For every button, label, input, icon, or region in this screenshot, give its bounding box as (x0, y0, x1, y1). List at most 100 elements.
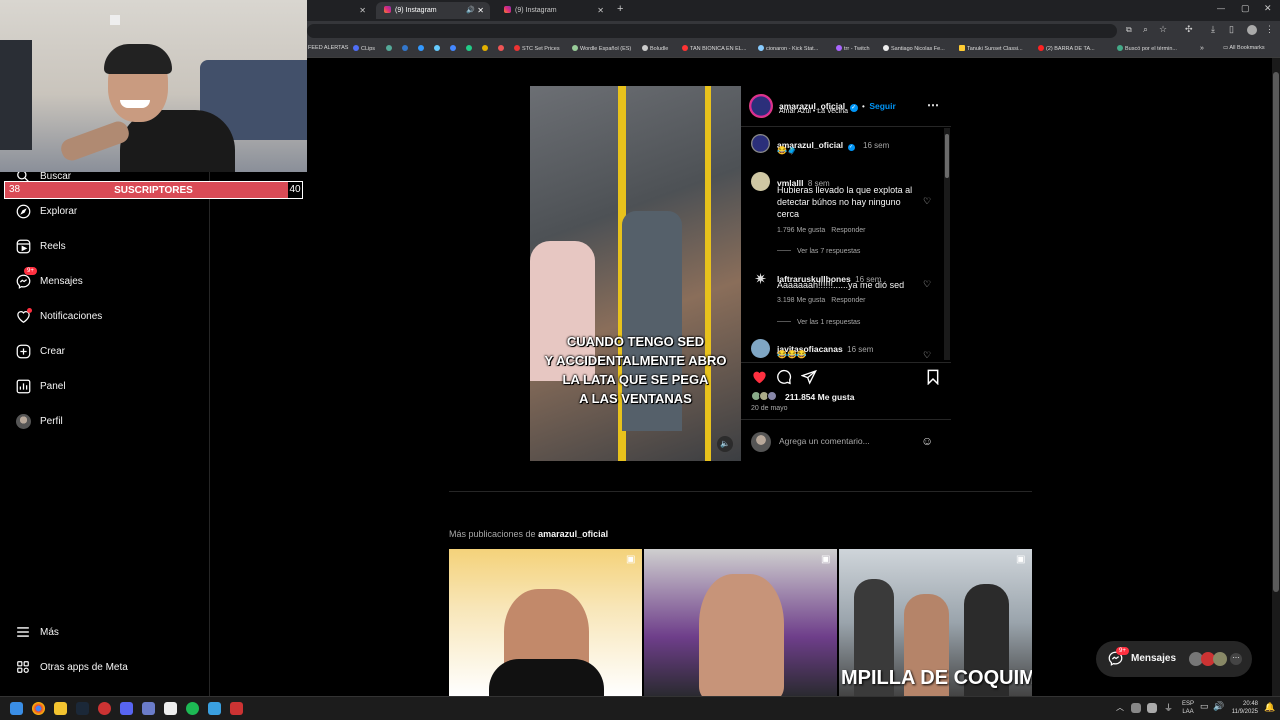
comment-like-icon[interactable]: ♡ (923, 279, 931, 290)
speaker-icon[interactable]: 🔊 (466, 2, 475, 19)
zoom-icon[interactable]: ⌕ (1143, 24, 1148, 35)
bookmark[interactable]: STC Set Prices (514, 45, 560, 52)
view-replies-button[interactable]: Ver las 1 respuestas (777, 319, 860, 326)
bookmark[interactable]: FEED ALERTAS (308, 45, 348, 51)
bookmark[interactable]: Buscó por el términ... (1117, 45, 1177, 52)
close-icon[interactable]: ✕ (477, 2, 484, 19)
comment-icon[interactable] (776, 369, 792, 390)
comment-likes[interactable]: 1.796 Me gusta (777, 227, 825, 234)
star-icon[interactable]: ☆ (1159, 24, 1167, 35)
bookmark-icon[interactable] (450, 45, 458, 52)
reel-video[interactable]: CUANDO TENGO SED Y ACCIDENTALMENTE ABRO … (530, 86, 741, 461)
bookmark-icon[interactable] (466, 45, 474, 52)
sidebar-item-mensajes[interactable]: 9+ Mensajes (15, 267, 83, 292)
bookmark[interactable]: TAN BIONICA EN EL... (682, 45, 746, 52)
windows-start-icon[interactable] (10, 702, 23, 715)
post-thumbnail[interactable]: ▣ (449, 549, 642, 696)
likes-count[interactable]: 211.854 Me gusta (785, 392, 854, 402)
browser-tab[interactable]: ✕ (300, 2, 372, 19)
app-icon[interactable] (230, 702, 243, 715)
share-icon[interactable] (800, 369, 817, 390)
tray-chevron-icon[interactable]: ︿ (1116, 702, 1124, 713)
bookmark-icon[interactable] (386, 45, 394, 52)
tray-icon[interactable] (1147, 703, 1157, 713)
skull-avatar[interactable]: ✷ (751, 270, 770, 289)
bookmark[interactable]: Boludle (642, 45, 668, 52)
reply-button[interactable]: Responder (831, 297, 865, 304)
view-replies-button[interactable]: Ver las 7 respuestas (777, 248, 860, 255)
bookmark-icon[interactable] (402, 45, 410, 52)
folder-icon[interactable] (54, 702, 67, 715)
close-window-icon[interactable]: ✕ (1264, 3, 1272, 14)
bookmark[interactable]: cionaron - Kick Stat... (758, 45, 818, 52)
scrollbar-thumb[interactable] (1273, 72, 1279, 592)
notepad-icon[interactable] (164, 702, 177, 715)
save-icon[interactable] (926, 369, 940, 390)
language-indicator[interactable]: ESP LAA (1182, 700, 1194, 716)
emoji-icon[interactable]: ☺ (921, 434, 933, 448)
volume-icon[interactable]: 🔊 (1213, 701, 1224, 712)
reply-button[interactable]: Responder (831, 227, 865, 234)
sidebar-item-notificaciones[interactable]: Notificaciones (15, 305, 102, 327)
sidebar-item-panel[interactable]: Panel (15, 375, 66, 397)
app-icon[interactable] (208, 702, 221, 715)
discord-icon[interactable] (120, 702, 133, 715)
spotify-icon[interactable] (186, 702, 199, 715)
bookmark-icon[interactable] (434, 45, 442, 52)
sidebar-item-reels[interactable]: Reels (15, 235, 66, 257)
bookmark-icon[interactable] (482, 45, 490, 52)
author-avatar[interactable] (749, 94, 773, 118)
bookmark[interactable]: trr - Twitch (836, 45, 870, 52)
volume-icon[interactable]: 🔈 (717, 436, 733, 452)
comment-like-icon[interactable]: ♡ (923, 350, 931, 361)
obs-icon[interactable] (98, 702, 111, 715)
all-bookmarks[interactable]: ▭ All Bookmarks (1223, 45, 1265, 51)
close-icon[interactable]: ✕ (359, 2, 366, 19)
extensions-icon[interactable]: ✣ (1185, 24, 1193, 35)
bookmark[interactable]: Tanuki Sunset Classi... (959, 45, 1023, 52)
comment-like-icon[interactable]: ♡ (923, 196, 931, 207)
bookmark-icon[interactable] (418, 45, 426, 52)
scrollbar-thumb[interactable] (945, 134, 949, 178)
follow-button[interactable]: Seguir (869, 101, 895, 111)
close-icon[interactable]: ✕ (597, 2, 604, 19)
like-icon[interactable] (751, 369, 768, 389)
steam-icon[interactable] (76, 702, 89, 715)
commenter-avatar[interactable] (751, 339, 770, 358)
bookmark[interactable]: Santiago Nicolas Fe... (883, 45, 945, 52)
address-input[interactable] (307, 24, 1117, 38)
new-tab-button[interactable]: + (617, 3, 623, 15)
post-thumbnail[interactable]: ▣ (644, 549, 837, 696)
bookmark[interactable]: Wordle Español (ES) (572, 45, 631, 52)
bookmark-icon[interactable] (498, 45, 506, 52)
bookmark[interactable]: (2) BARRA DE TA... (1038, 45, 1095, 52)
browser-tab[interactable]: (9) Instagram ✕ (496, 2, 610, 19)
tray-icon[interactable] (1131, 703, 1141, 713)
chrome-icon[interactable] (32, 702, 45, 715)
commenter-avatar[interactable] (751, 172, 770, 191)
clock[interactable]: 20:48 11/9/2025 (1228, 700, 1258, 716)
menu-icon[interactable]: ⋮ (1265, 24, 1274, 35)
bookmark[interactable]: CLips (353, 45, 375, 52)
minimize-icon[interactable]: — (1217, 4, 1225, 13)
install-icon[interactable]: ⧉ (1126, 25, 1132, 35)
comment-likes[interactable]: 3.198 Me gusta (777, 297, 825, 304)
download-icon[interactable]: ⤓ (1211, 24, 1215, 35)
notifications-icon[interactable]: 🔔 (1264, 702, 1275, 713)
sidepanel-icon[interactable]: ▯ (1229, 24, 1234, 35)
usb-icon[interactable]: ⏚ (1164, 701, 1173, 714)
network-icon[interactable]: ▭ (1200, 701, 1209, 712)
sidebar-item-crear[interactable]: Crear (15, 340, 65, 362)
more-options-icon[interactable]: ⋯ (927, 98, 939, 112)
more-posts-user[interactable]: amarazul_oficial (538, 529, 608, 539)
maximize-icon[interactable]: ▢ (1241, 3, 1250, 14)
sidebar-item-perfil[interactable]: Perfil (15, 410, 63, 432)
app-icon[interactable] (142, 702, 155, 715)
more-bookmarks-icon[interactable]: » (1200, 45, 1204, 52)
post-thumbnail[interactable]: MPILLA DE COQUIMI ▣ (839, 549, 1032, 696)
floating-messages-button[interactable]: 9+ Mensajes ⋯ (1096, 641, 1252, 677)
sidebar-item-meta-apps[interactable]: Otras apps de Meta (15, 656, 128, 678)
browser-tab-active[interactable]: (9) Instagram 🔊 ✕ (376, 2, 490, 19)
author-avatar-small[interactable] (751, 134, 770, 153)
sidebar-item-mas[interactable]: Más (15, 621, 59, 643)
